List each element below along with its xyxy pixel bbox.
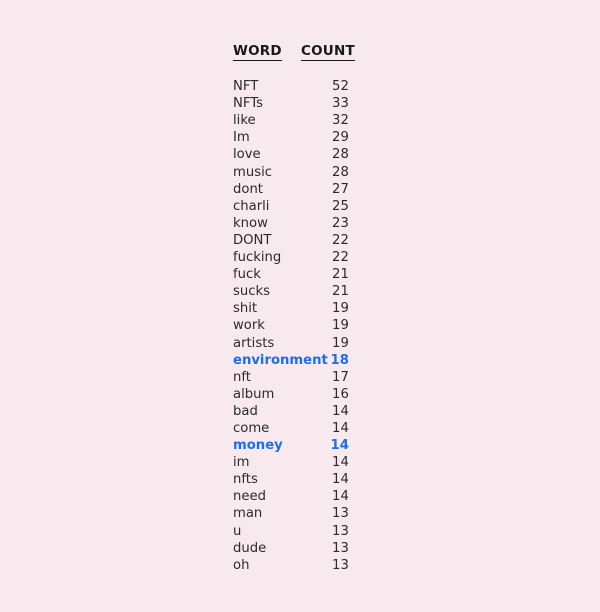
cell-word: need (233, 489, 266, 505)
cell-count: 14 (332, 455, 349, 471)
cell-count: 16 (332, 386, 349, 402)
cell-word: environment (233, 352, 328, 368)
column-header-count-label: COUNT (301, 43, 355, 62)
table-row: come 14 (233, 420, 349, 437)
cell-count: 14 (332, 472, 349, 488)
cell-count: 14 (332, 403, 349, 419)
cell-word: love (233, 147, 261, 163)
cell-word: work (233, 318, 265, 334)
cell-word: im (233, 455, 250, 471)
cell-count: 29 (332, 130, 349, 146)
column-header-count: COUNT (301, 43, 355, 62)
table-row: nfts 14 (233, 471, 349, 488)
cell-word: DONT (233, 232, 272, 248)
cell-word: shit (233, 301, 258, 317)
cell-word: artists (233, 335, 275, 351)
table-row: need 14 (233, 488, 349, 505)
cell-word: fuck (233, 267, 261, 283)
table-row: man 13 (233, 505, 349, 522)
cell-word: album (233, 386, 275, 402)
cell-count: 17 (332, 369, 349, 385)
table-row: money 14 (233, 437, 349, 454)
table-row: sucks 21 (233, 283, 349, 300)
cell-count: 25 (332, 198, 349, 214)
cell-word: come (233, 420, 270, 436)
table-header: WORD COUNT (233, 43, 355, 62)
table-body: NFT 52 NFTs 33 like 32 Im 29 love 28 music 28 dont 27… (233, 61, 349, 574)
table-row: music 28 (233, 164, 349, 181)
table-row: NFT 52 (233, 78, 349, 95)
table-row: bad 14 (233, 403, 349, 420)
cell-count: 22 (332, 250, 349, 266)
cell-word: dude (233, 540, 267, 556)
cell-count: 19 (332, 318, 349, 334)
spacer-cell (233, 61, 301, 78)
table-row: im 14 (233, 454, 349, 471)
word-count-table-container: WORD COUNT NFT 52 NFTs 33 like 32 Im 29 love 28 mu… (233, 43, 355, 574)
cell-count: 33 (332, 96, 349, 112)
cell-word: bad (233, 403, 258, 419)
cell-count: 22 (332, 232, 349, 248)
cell-count: 23 (332, 215, 349, 231)
table-row: album 16 (233, 386, 349, 403)
cell-word: oh (233, 557, 250, 573)
cell-word: nft (233, 369, 251, 385)
table-row: oh 13 (233, 557, 349, 574)
cell-word: NFT (233, 79, 259, 95)
table-row: u 13 (233, 523, 349, 540)
cell-count: 19 (332, 301, 349, 317)
cell-word: like (233, 113, 256, 129)
table-row: love 28 (233, 146, 349, 163)
spacer-cell (301, 61, 349, 78)
table-row: know 23 (233, 215, 349, 232)
table-row: fucking 22 (233, 249, 349, 266)
cell-word: NFTs (233, 96, 263, 112)
cell-count: 21 (332, 267, 349, 283)
cell-count: 13 (332, 523, 349, 539)
cell-count: 21 (332, 284, 349, 300)
cell-word: dont (233, 181, 263, 197)
table-row: dont 27 (233, 181, 349, 198)
cell-word: sucks (233, 284, 270, 300)
table-row: work 19 (233, 317, 349, 334)
table-row: NFTs 33 (233, 95, 349, 112)
cell-count: 52 (332, 79, 349, 95)
cell-word: u (233, 523, 242, 539)
word-count-table: WORD COUNT NFT 52 NFTs 33 like 32 Im 29 love 28 mu… (233, 43, 355, 574)
table-row: fuck 21 (233, 266, 349, 283)
cell-word: charli (233, 198, 270, 214)
table-row: artists 19 (233, 335, 349, 352)
table-row: like 32 (233, 112, 349, 129)
table-row: DONT 22 (233, 232, 349, 249)
cell-count: 28 (332, 147, 349, 163)
cell-count: 13 (332, 540, 349, 556)
cell-word: Im (233, 130, 250, 146)
page-canvas: WORD COUNT NFT 52 NFTs 33 like 32 Im 29 love 28 mu… (0, 0, 600, 612)
cell-count: 14 (332, 489, 349, 505)
column-header-word: WORD (233, 43, 301, 62)
cell-word: music (233, 164, 272, 180)
table-row: charli 25 (233, 198, 349, 215)
column-header-word-label: WORD (233, 43, 282, 62)
cell-count: 14 (330, 438, 349, 454)
cell-word: money (233, 438, 283, 454)
table-row: dude 13 (233, 540, 349, 557)
cell-count: 32 (332, 113, 349, 129)
cell-word: man (233, 506, 263, 522)
cell-count: 14 (332, 420, 349, 436)
table-row: shit 19 (233, 300, 349, 317)
cell-count: 28 (332, 164, 349, 180)
cell-count: 13 (332, 557, 349, 573)
table-row: Im 29 (233, 129, 349, 146)
cell-word: fucking (233, 250, 282, 266)
table-row: environment 18 (233, 352, 349, 369)
table-row: nft 17 (233, 369, 349, 386)
cell-word: nfts (233, 472, 258, 488)
table-header-spacer (233, 61, 349, 78)
cell-count: 27 (332, 181, 349, 197)
cell-word: know (233, 215, 268, 231)
cell-count: 19 (332, 335, 349, 351)
table-header-row: WORD COUNT (233, 43, 355, 62)
cell-count: 13 (332, 506, 349, 522)
